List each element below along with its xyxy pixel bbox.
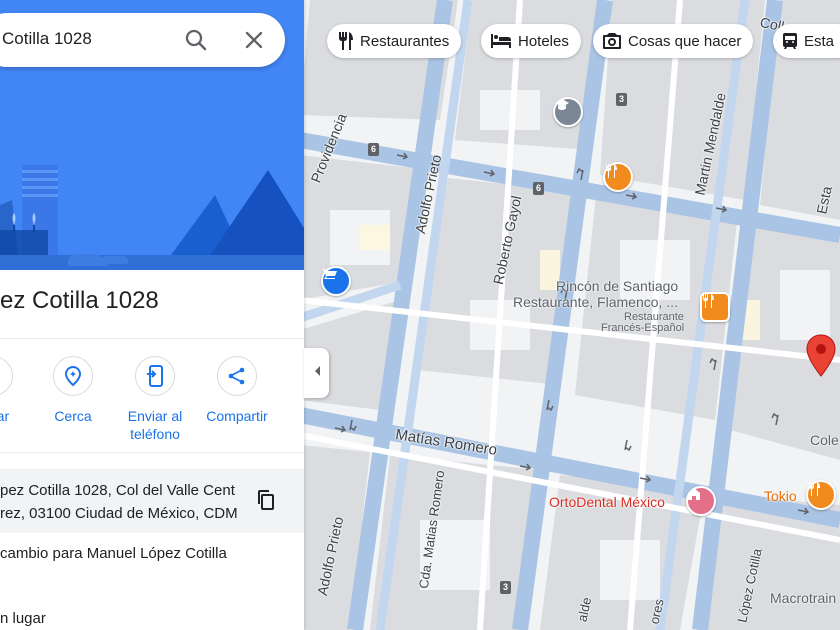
address-text: pez Cotilla 1028, Col del Valle Cent	[0, 482, 235, 499]
chip-label: Hoteles	[518, 32, 569, 50]
restaurant-pin-icon[interactable]	[806, 480, 836, 510]
poi-label[interactable]: Restaurante, Flamenco, ...	[513, 294, 678, 311]
send-to-phone-button[interactable]: Enviar al teléfono	[115, 356, 195, 443]
chip-label: Cosas que hacer	[628, 32, 742, 50]
nearby-button[interactable]: Cerca	[33, 356, 113, 425]
chip-hotels[interactable]: Hoteles	[481, 24, 581, 58]
action-label: Cerca	[54, 408, 92, 424]
address-text: rez, 03100 Ciudad de México, CDM	[0, 505, 238, 522]
nearby-icon	[53, 356, 93, 396]
share-button[interactable]: Compartir	[197, 356, 277, 425]
search-box[interactable]: Cotilla 1028	[0, 13, 285, 67]
save-icon	[0, 356, 13, 396]
suggest-edit-link[interactable]: cambio para Manuel López Cotilla	[0, 545, 227, 562]
search-input[interactable]: Cotilla 1028	[2, 29, 92, 49]
share-icon	[217, 356, 257, 396]
chevron-left-icon	[313, 364, 321, 382]
route-shield: 3	[500, 581, 511, 594]
address-row[interactable]: pez Cotilla 1028, Col del Valle Cent rez…	[0, 469, 304, 533]
search-icon[interactable]	[183, 27, 209, 53]
route-shield: 3	[616, 93, 627, 106]
hotel-icon	[491, 34, 511, 48]
action-label: dar	[0, 408, 10, 424]
action-label: teléfono	[130, 426, 180, 442]
poi-label[interactable]: Macrotrain	[770, 590, 836, 607]
shopping-pin-icon[interactable]	[321, 266, 351, 296]
place-panel: Cotilla 1028 ez Cotilla 1028 dar Cerca E…	[0, 0, 304, 630]
copy-icon[interactable]	[255, 489, 277, 511]
poi-label[interactable]: Rincón de Santiago	[556, 278, 678, 295]
place-title: ez Cotilla 1028	[0, 287, 159, 314]
close-icon[interactable]	[242, 28, 266, 52]
collapse-panel-button[interactable]	[304, 348, 329, 398]
restaurant-icon	[337, 32, 353, 50]
poi-label[interactable]: Tokio	[764, 488, 797, 504]
restaurant-pin-icon[interactable]	[700, 292, 730, 322]
location-marker-icon[interactable]	[805, 334, 837, 378]
save-button[interactable]: dar	[0, 356, 33, 425]
school-icon[interactable]	[553, 97, 583, 127]
action-label: Enviar al	[127, 408, 183, 424]
chip-transit[interactable]: Esta	[773, 24, 840, 58]
poi-label[interactable]: OrtoDental México	[549, 494, 665, 510]
dentist-pin-icon[interactable]	[686, 486, 716, 516]
chip-restaurants[interactable]: Restaurantes	[327, 24, 462, 58]
action-label: Compartir	[206, 408, 268, 424]
divider	[0, 452, 304, 453]
camera-icon	[603, 33, 621, 49]
route-shield: 6	[368, 143, 379, 156]
transit-icon	[783, 33, 797, 49]
send-to-phone-icon	[135, 356, 175, 396]
add-place-link[interactable]: n lugar	[0, 610, 46, 627]
poi-label[interactable]: Francés-Español	[601, 322, 684, 335]
restaurant-pin-icon[interactable]	[603, 162, 633, 192]
poi-label[interactable]: Cole	[810, 432, 839, 449]
chip-label: Restaurantes	[360, 32, 450, 50]
divider	[0, 338, 304, 339]
chip-label: Esta	[804, 32, 835, 50]
route-shield: 6	[533, 182, 544, 195]
chip-things-to-do[interactable]: Cosas que hacer	[593, 24, 754, 58]
